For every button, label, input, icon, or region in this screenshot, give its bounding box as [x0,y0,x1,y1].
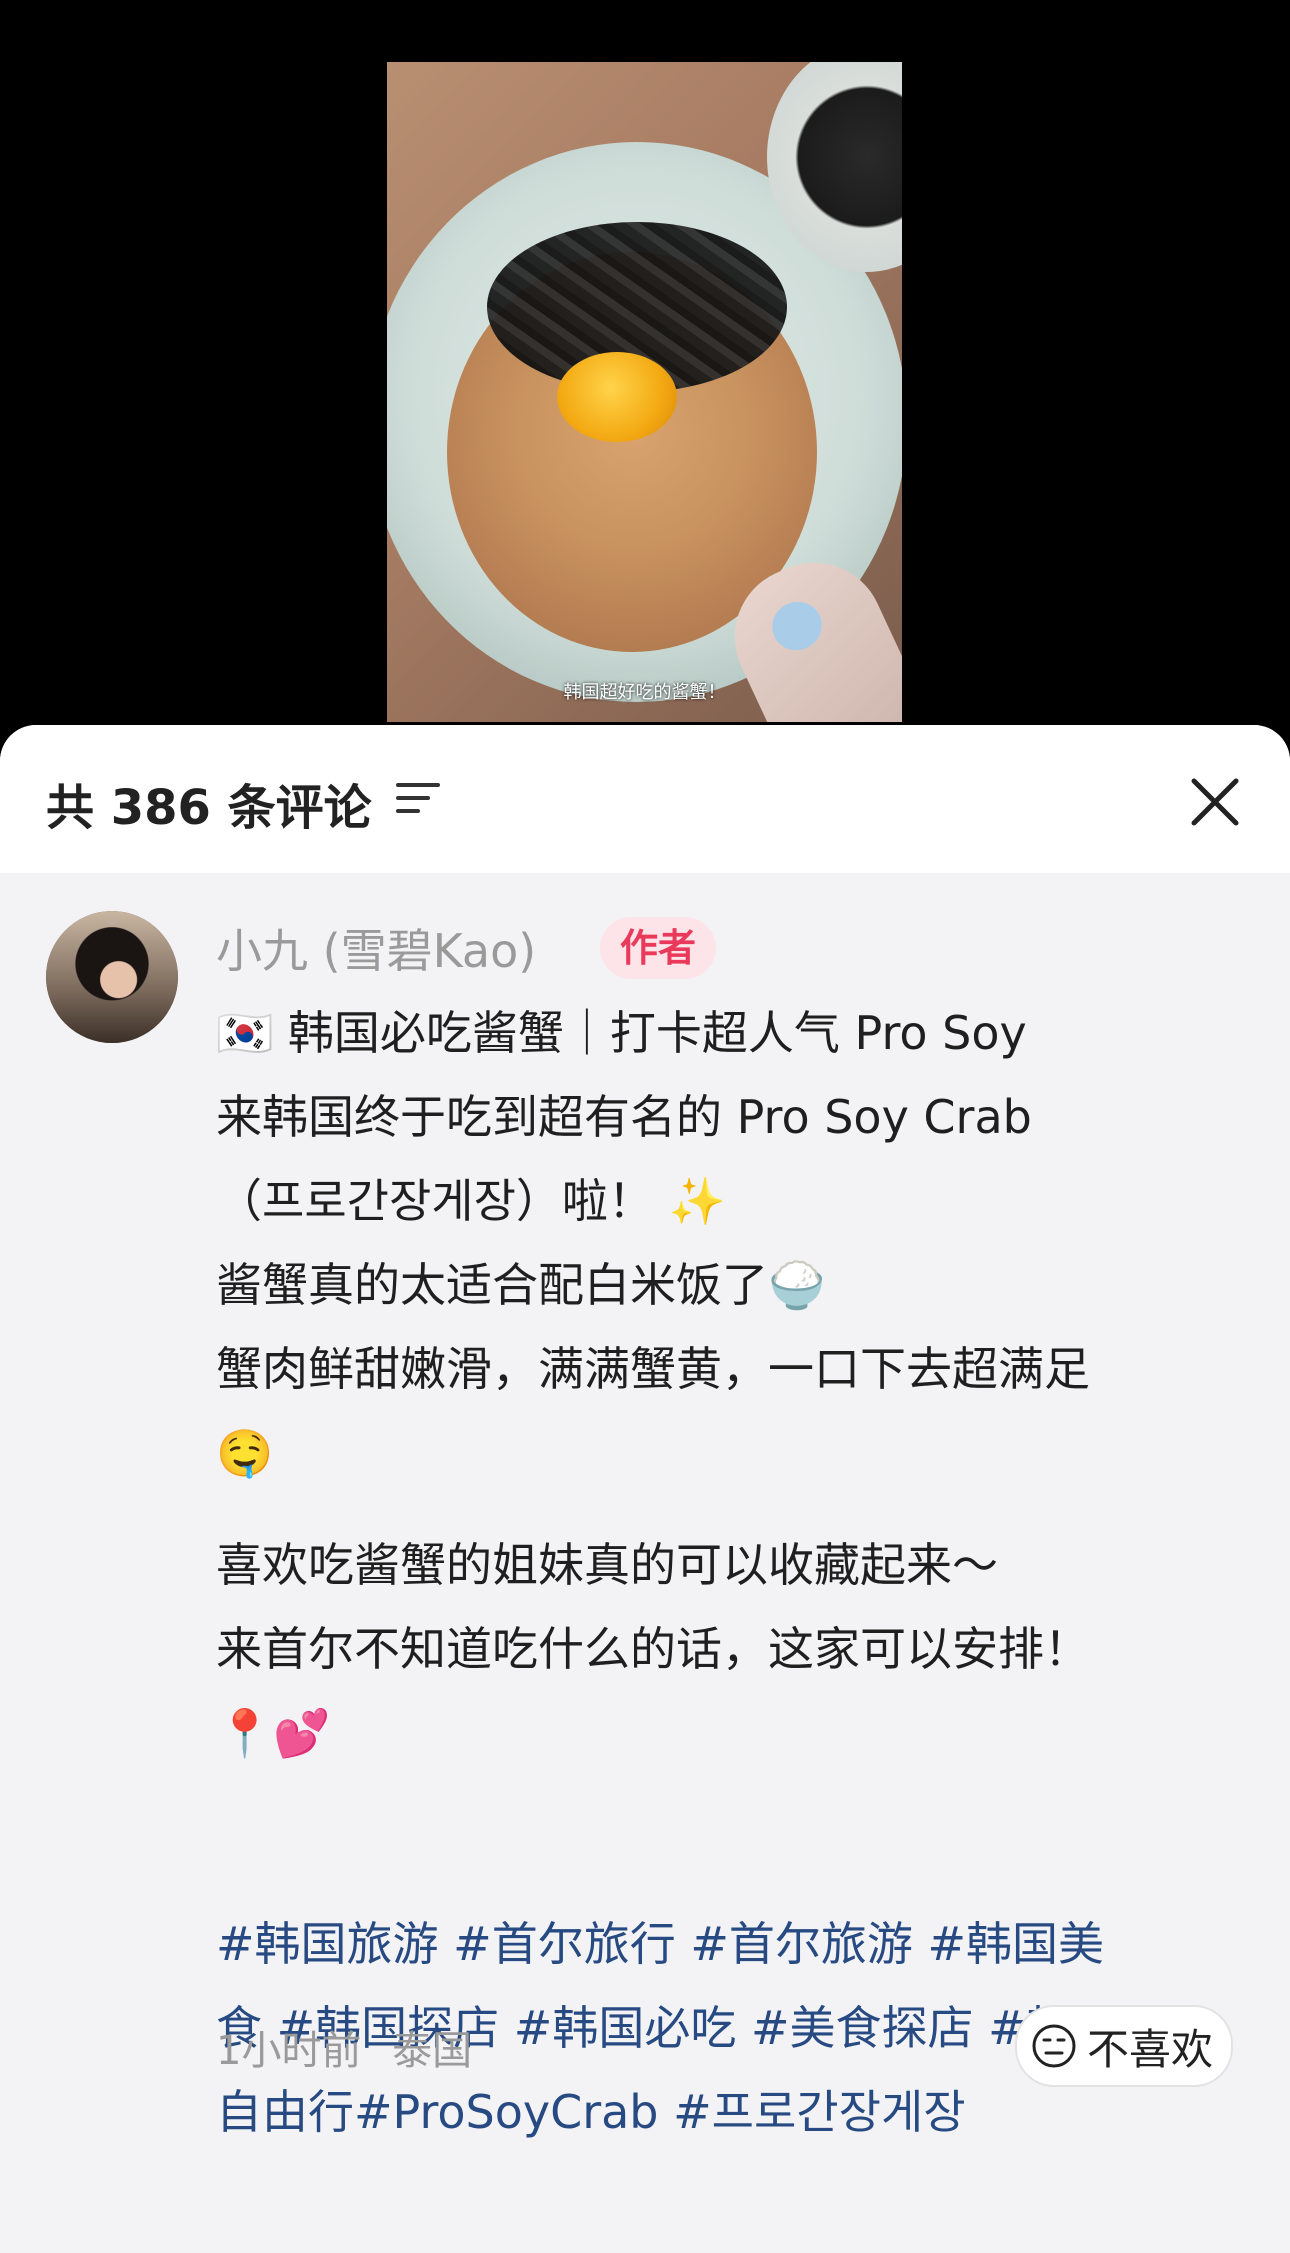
egg-yolk-graphic [557,352,677,442]
author-badge: 作者 [600,917,717,979]
author-name[interactable]: 小九 (雪碧Kao) [216,915,536,981]
avatar-image [46,911,178,1043]
comment-line: 来韩国终于吃到超有名的 Pro Soy Crab [216,1090,1032,1144]
comments-sheet: 共 386 条评论 小九 (雪碧Kao) 作者 🇰🇷 韩国必吃酱蟹｜打卡超人气 … [0,725,1290,2253]
comment-line: 🇰🇷 韩国必吃酱蟹｜打卡超人气 Pro Soy [216,1006,1027,1060]
comment-count-title: 共 386 条评论 [46,780,372,836]
dislike-button[interactable]: 不喜欢 [1015,2005,1234,2087]
comment-meta: 1小时前 泰国 [216,2018,490,2076]
comment-line: 蟹肉鲜甜嫩滑，满满蟹黄，一口下去超满足 [216,1342,1090,1396]
comment-location: 泰国 [392,2028,473,2074]
comment-line: 酱蟹真的太适合配白米饭了🍚 [216,1258,826,1312]
comment-line: 📍💕 [216,1706,331,1760]
comment-line: 喜欢吃酱蟹的姐妹真的可以收藏起来～ [216,1538,998,1592]
sort-lines-icon[interactable] [394,777,442,819]
avatar[interactable] [46,911,178,1043]
comment-line: （프로간장게장）啦！ ✨ [216,1174,726,1228]
video-subtitle: 韩国超好吃的酱蟹！ [563,682,726,703]
video-frame-image: 韩国超好吃的酱蟹！ [387,62,902,722]
hashtag-line[interactable]: #韩国旅游 #首尔旅行 #首尔旅游 #韩国美 [216,1902,1256,1986]
comment-line: 🤤 [216,1426,274,1480]
dislike-label: 不喜欢 [1087,2024,1214,2074]
close-x-icon[interactable] [1180,767,1250,837]
comment-line: 来首尔不知道吃什么的话，这家可以安排！ [216,1622,1090,1676]
comment-body[interactable]: 🇰🇷 韩国必吃酱蟹｜打卡超人气 Pro Soy 来韩国终于吃到超有名的 Pro … [216,991,1256,1775]
comment-time: 1小时前 [216,2028,362,2074]
comments-header: 共 386 条评论 [0,725,1290,873]
neutral-face-icon [1032,2024,1076,2068]
video-player[interactable]: 韩国超好吃的酱蟹！ [0,0,1290,730]
